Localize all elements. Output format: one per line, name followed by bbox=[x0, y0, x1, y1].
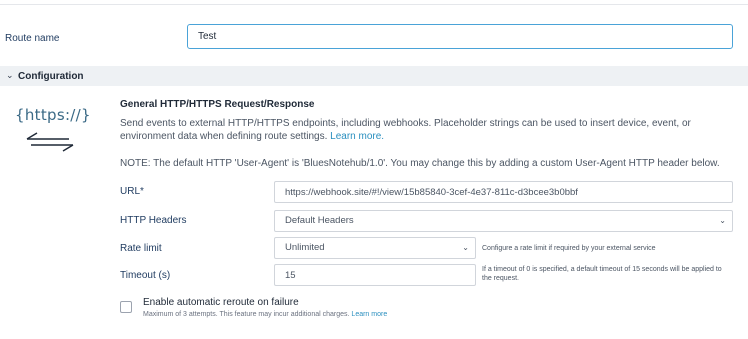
url-label: URL* bbox=[120, 186, 144, 197]
section-title: General HTTP/HTTPS Request/Response bbox=[120, 99, 315, 110]
http-headers-label: HTTP Headers bbox=[120, 215, 187, 226]
chevron-down-icon: ⌄ bbox=[719, 216, 726, 225]
url-input[interactable] bbox=[274, 181, 733, 203]
http-headers-select[interactable]: Default Headers ⌄ bbox=[274, 210, 733, 232]
chevron-down-icon: ⌄ bbox=[462, 243, 469, 252]
route-name-label: Route name bbox=[5, 33, 60, 44]
section-description-text: Send events to external HTTP/HTTPS endpo… bbox=[120, 118, 691, 142]
section-description: Send events to external HTTP/HTTPS endpo… bbox=[120, 117, 730, 143]
route-name-input[interactable] bbox=[187, 24, 733, 49]
chevron-down-icon: ⌄ bbox=[6, 70, 14, 80]
reroute-subtext-text: Maximum of 3 attempts. This feature may … bbox=[143, 311, 350, 318]
rate-limit-hint: Configure a rate limit if required by yo… bbox=[482, 245, 656, 252]
configuration-header[interactable]: ⌄ Configuration bbox=[0, 66, 748, 86]
reroute-subtext: Maximum of 3 attempts. This feature may … bbox=[143, 311, 387, 318]
top-divider bbox=[0, 4, 748, 5]
configuration-title: Configuration bbox=[18, 71, 84, 82]
reroute-checkbox[interactable] bbox=[120, 301, 132, 313]
rate-limit-label: Rate limit bbox=[120, 243, 162, 254]
timeout-input[interactable] bbox=[274, 264, 476, 286]
rate-limit-select[interactable]: Unlimited ⌄ bbox=[274, 237, 476, 259]
reroute-learn-more-link[interactable]: Learn more bbox=[351, 311, 387, 318]
user-agent-note: NOTE: The default HTTP 'User-Agent' is '… bbox=[120, 158, 720, 169]
timeout-label: Timeout (s) bbox=[120, 270, 171, 281]
timeout-hint: If a timeout of 0 is specified, a defaul… bbox=[482, 266, 722, 282]
rate-limit-value: Unlimited bbox=[285, 242, 325, 253]
exchange-arrows-icon bbox=[26, 132, 74, 152]
http-headers-value: Default Headers bbox=[285, 215, 354, 226]
reroute-label: Enable automatic reroute on failure bbox=[143, 297, 299, 308]
https-logo: {https://} bbox=[15, 106, 91, 124]
learn-more-link[interactable]: Learn more. bbox=[330, 131, 384, 142]
